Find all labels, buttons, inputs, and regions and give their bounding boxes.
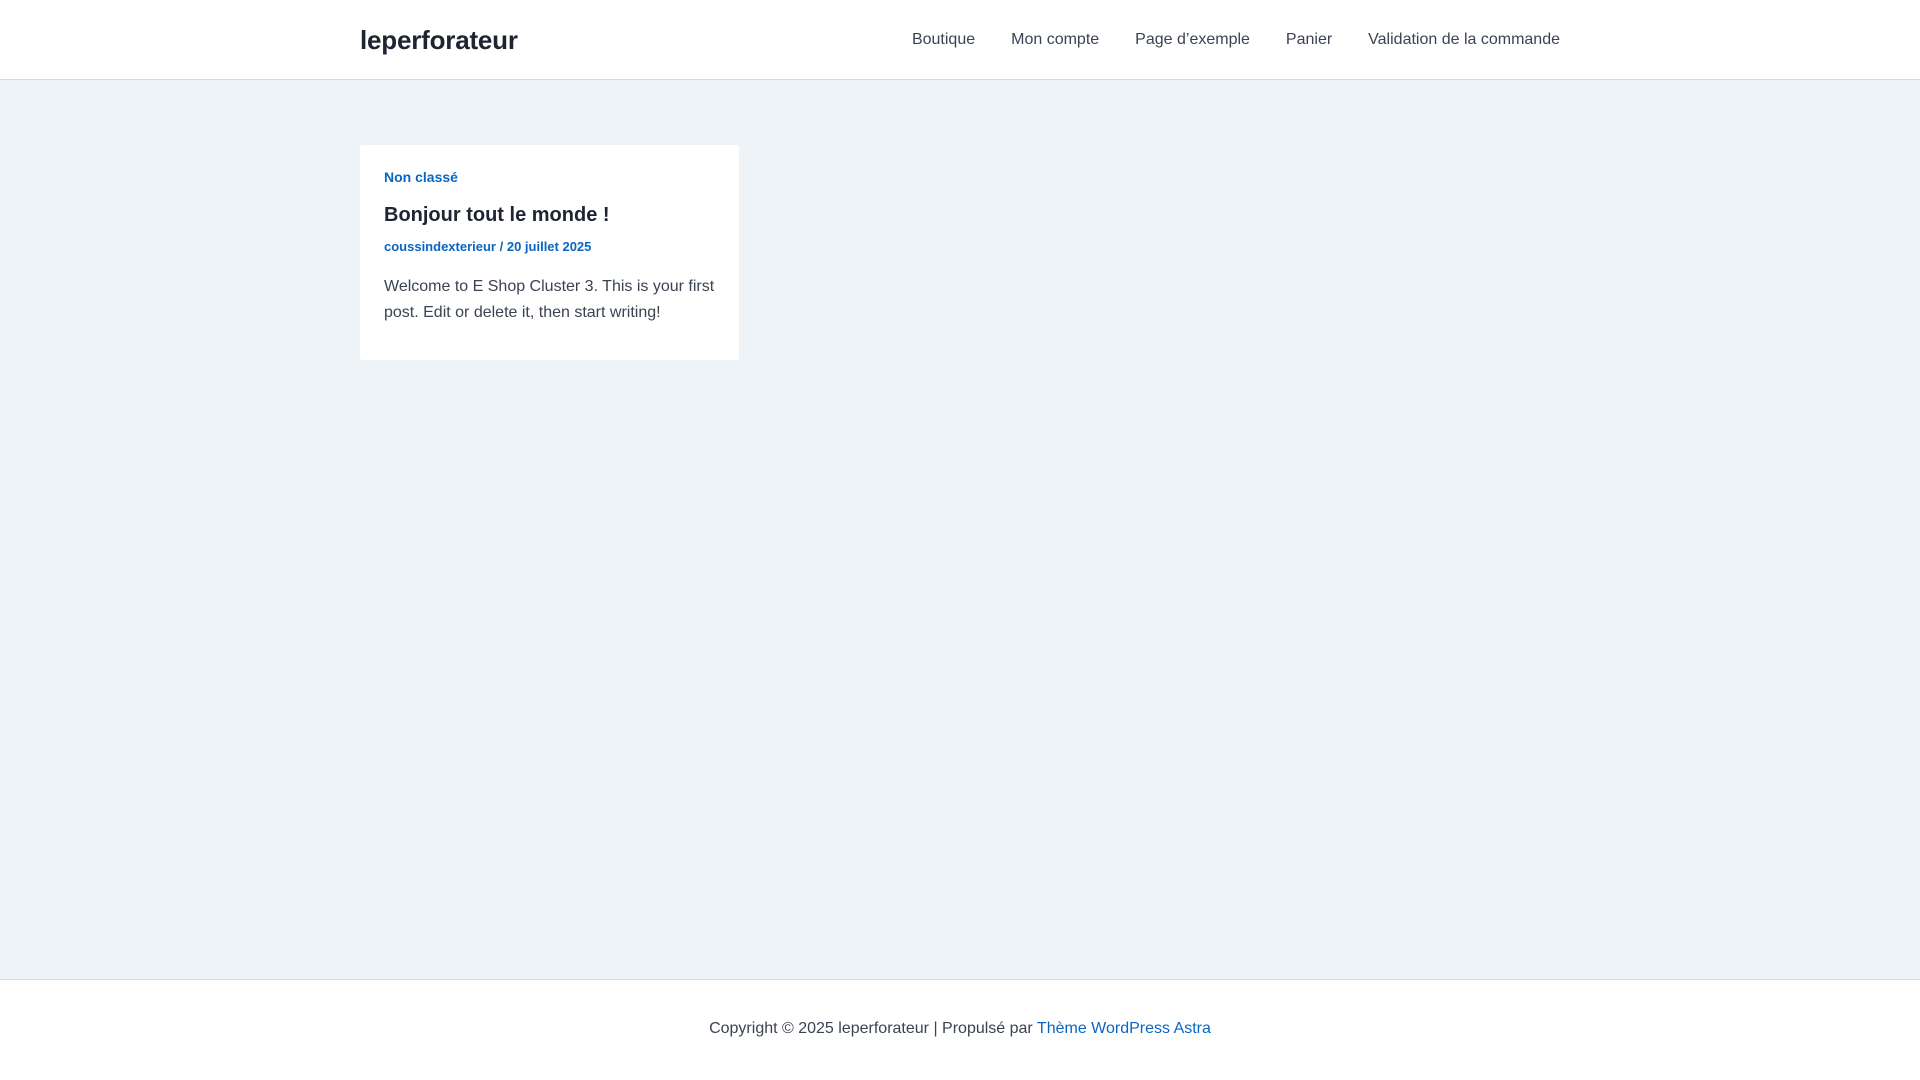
page: leperforateur Boutique Mon compte Page d… — [0, 0, 1920, 1080]
nav-item-mon-compte[interactable]: Mon compte — [1011, 31, 1099, 49]
site-header: leperforateur Boutique Mon compte Page d… — [0, 0, 1920, 80]
header-inner: leperforateur Boutique Mon compte Page d… — [360, 0, 1560, 80]
footer-copyright: Copyright © 2025 leperforateur | Propuls… — [0, 1020, 1920, 1038]
post-category-link[interactable]: Non classé — [384, 169, 458, 185]
post-card: Non classé Bonjour tout le monde ! couss… — [360, 145, 739, 360]
post-excerpt: Welcome to E Shop Cluster 3. This is you… — [384, 278, 715, 321]
post-meta-separator: / — [496, 239, 507, 254]
post-date-link[interactable]: 20 juillet 2025 — [507, 239, 592, 254]
post-title-link[interactable]: Bonjour tout le monde ! — [384, 204, 715, 227]
site-title-link[interactable]: leperforateur — [360, 25, 518, 56]
nav-item-boutique[interactable]: Boutique — [912, 31, 975, 49]
nav-item-page-exemple[interactable]: Page d’exemple — [1135, 31, 1250, 49]
astra-theme-link[interactable]: Thème WordPress Astra — [1037, 1020, 1211, 1037]
site-footer: Copyright © 2025 leperforateur | Propuls… — [0, 979, 1920, 1080]
nav-item-panier[interactable]: Panier — [1286, 31, 1332, 49]
nav-item-validation-commande[interactable]: Validation de la commande — [1368, 31, 1560, 49]
post-meta: coussindexterieur / 20 juillet 2025 — [384, 239, 715, 254]
copyright-text: Copyright © 2025 leperforateur | Propuls… — [709, 1020, 1037, 1037]
post-author-link[interactable]: coussindexterieur — [384, 239, 496, 254]
main-navigation: Boutique Mon compte Page d’exemple Panie… — [912, 31, 1560, 49]
